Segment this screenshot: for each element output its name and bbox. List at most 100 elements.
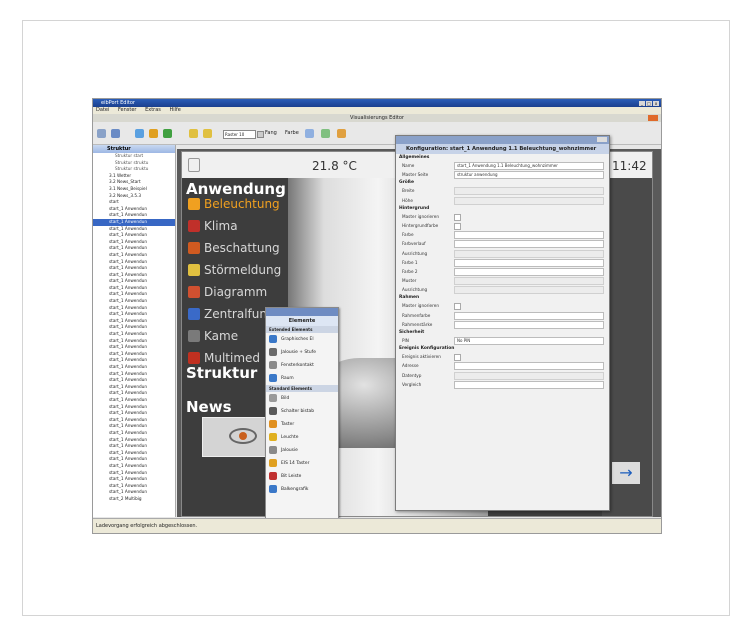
palette-item[interactable]: Taster — [266, 418, 338, 431]
tree-item[interactable]: start_1 Anwendun — [93, 265, 175, 272]
tree-item[interactable]: start_1 Anwendun — [93, 285, 175, 292]
visu-menu-item[interactable]: Störmeldung — [186, 260, 290, 280]
tree-item[interactable]: start_1 Anwendun — [93, 239, 175, 246]
tree-item[interactable]: start_1 Anwendun — [93, 404, 175, 411]
minimize-button[interactable]: _ — [639, 101, 645, 106]
tree-item[interactable]: start_1 Anwendun — [93, 338, 175, 345]
config-field[interactable] — [454, 231, 604, 240]
tree-item[interactable]: start_1 Anwendun — [93, 489, 175, 496]
tree-item[interactable]: start_1 Anwendun — [93, 331, 175, 338]
palette-item[interactable]: Raum — [266, 372, 338, 385]
vis-close-icon[interactable] — [648, 115, 658, 121]
tree-item[interactable]: start_1 Anwendun — [93, 272, 175, 279]
tree-item[interactable]: Struktur struktu — [93, 160, 175, 167]
config-section-header[interactable]: Allgemeines — [396, 154, 609, 161]
menu-hilfe[interactable]: Hilfe — [169, 107, 180, 113]
palette-item[interactable]: Fensterkontakt — [266, 359, 338, 372]
tree-item[interactable]: start_1 Anwendun — [93, 245, 175, 252]
tree-item[interactable]: start_1 Anwendun — [93, 212, 175, 219]
config-checkbox[interactable] — [454, 222, 461, 230]
config-field[interactable] — [454, 380, 604, 389]
config-checkbox[interactable] — [454, 354, 461, 362]
tree-item[interactable]: start_1 Anwendun — [93, 443, 175, 450]
config-section-header[interactable]: Rahmen — [396, 294, 609, 301]
tree-item[interactable]: start_2 Multibig — [93, 496, 175, 503]
save-icon[interactable] — [97, 129, 106, 138]
tree-item[interactable]: start_1 Anwendun — [93, 218, 175, 226]
preview-icon[interactable] — [135, 129, 144, 138]
tree-item[interactable]: start_1 Anwendun — [93, 384, 175, 391]
config-field[interactable] — [454, 362, 604, 371]
palette-section-standard[interactable]: Standard Elements — [266, 385, 338, 392]
config-field[interactable]: start_1 Anwendung 1.1 Beleuchtung_wohnzi… — [454, 162, 604, 170]
visu-menu-item[interactable]: Beleuchtung — [186, 194, 290, 214]
tree-item[interactable]: start_1 Anwendun — [93, 430, 175, 437]
palette-item[interactable]: Leuchte — [266, 431, 338, 444]
config-field[interactable] — [454, 240, 604, 249]
config-field[interactable] — [454, 267, 604, 276]
palette-section-extended[interactable]: Extended Elements — [266, 326, 338, 333]
palette-item[interactable]: Bild — [266, 392, 338, 405]
visu-menu-item[interactable]: Beschattung — [186, 238, 290, 258]
visu-menu-item[interactable]: Klima — [186, 216, 290, 236]
tree-item[interactable]: start_1 Anwendun — [93, 278, 175, 285]
menu-datei[interactable]: Datei — [96, 107, 109, 113]
tree-item[interactable]: start_1 Anwendun — [93, 417, 175, 424]
tree-item[interactable]: start_1 Anwendun — [93, 456, 175, 463]
elements-icon[interactable] — [149, 129, 158, 138]
tree-item[interactable]: 3.1 Wetter — [93, 173, 175, 180]
tree-item[interactable]: start_1 Anwendun — [93, 324, 175, 331]
undo-icon[interactable] — [111, 129, 120, 138]
raster-dropdown-icon[interactable] — [257, 131, 264, 138]
tree-item[interactable]: start_1 Anwendun — [93, 437, 175, 444]
config-select[interactable]: struktur anwendung — [454, 171, 604, 180]
palette-item[interactable]: Jalousie — [266, 444, 338, 457]
tree-item[interactable]: start_1 Anwendun — [93, 291, 175, 298]
config-section-header[interactable]: Größe — [396, 179, 609, 186]
tree-item[interactable]: Struktur struktu — [93, 166, 175, 173]
config-section-header[interactable]: Ereignis Konfiguration — [396, 345, 609, 352]
config-field[interactable] — [454, 320, 604, 329]
maximize-button[interactable]: □ — [646, 101, 652, 106]
tree-item[interactable]: start_1 Anwendun — [93, 311, 175, 318]
tree-item[interactable]: start_1 Anwendun — [93, 463, 175, 470]
tree-item[interactable]: start_1 Anwendun — [93, 232, 175, 239]
tree-item[interactable]: start — [93, 199, 175, 206]
config-select[interactable]: No PIN — [454, 337, 604, 345]
tree-item[interactable]: start_1 Anwendun — [93, 206, 175, 213]
palette-item[interactable]: Balkengrafik — [266, 483, 338, 496]
config-checkbox[interactable] — [454, 213, 461, 221]
tree-item[interactable]: 3.1 News_Beispiel — [93, 186, 175, 193]
zoom-icon[interactable] — [337, 129, 346, 138]
tree-item[interactable]: start_1 Anwendun — [93, 450, 175, 457]
tree-item[interactable]: start_1 Anwendun — [93, 226, 175, 233]
tree-item[interactable]: start_1 Anwendun — [93, 423, 175, 430]
menu-extras[interactable]: Extras — [145, 107, 161, 113]
align-left-icon[interactable] — [189, 129, 198, 138]
config-field[interactable] — [454, 258, 604, 267]
close-button[interactable]: x — [653, 101, 659, 106]
tree-item[interactable]: start_1 Anwendun — [93, 371, 175, 378]
tree-item[interactable]: start_1 Anwendun — [93, 476, 175, 483]
palette-item[interactable]: Jalousie + Stufe — [266, 346, 338, 359]
tree-item[interactable]: Struktur start — [93, 153, 175, 160]
palette-item[interactable]: Bit Leiste — [266, 470, 338, 483]
tree-item[interactable]: start_1 Anwendun — [93, 252, 175, 259]
tree-item[interactable]: start_1 Anwendun — [93, 397, 175, 404]
tree-item[interactable]: start_1 Anwendun — [93, 377, 175, 384]
move-icon[interactable] — [305, 129, 314, 138]
farbe-label[interactable]: Farbe — [285, 130, 299, 137]
tree-item[interactable]: start_1 Anwendun — [93, 390, 175, 397]
tree-item[interactable]: start_1 Anwendun — [93, 298, 175, 305]
tree-item[interactable]: start_1 Anwendun — [93, 357, 175, 364]
raster-select[interactable]: Raster 10 — [223, 130, 256, 139]
tree-item[interactable]: start_1 Anwendun — [93, 305, 175, 312]
tree-item[interactable]: start_1 Anwendun — [93, 318, 175, 325]
config-field[interactable] — [454, 311, 604, 320]
palette-item[interactable]: Graphisches El — [266, 333, 338, 346]
tree-item[interactable]: start_1 Anwendun — [93, 351, 175, 358]
tree-item[interactable]: start_1 Anwendun — [93, 344, 175, 351]
config-section-header[interactable]: Sicherheit — [396, 329, 609, 336]
next-arrow-button[interactable]: → — [612, 462, 640, 484]
tree-item[interactable]: start_1 Anwendun — [93, 259, 175, 266]
